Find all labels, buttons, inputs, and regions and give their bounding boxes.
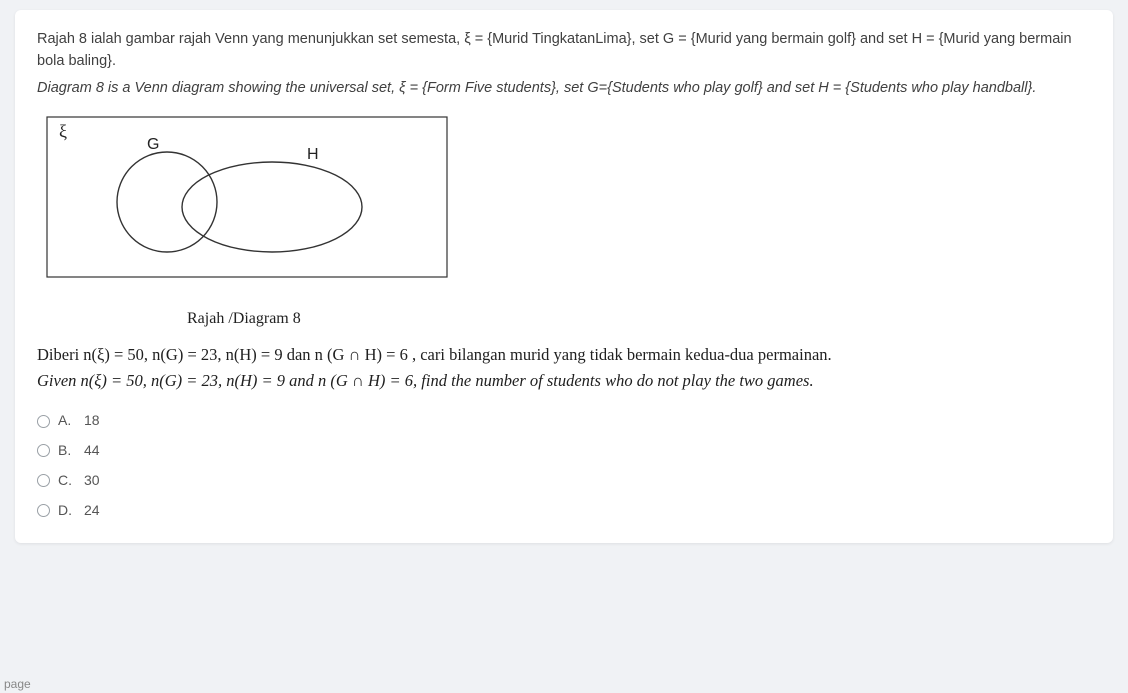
option-d[interactable]: D. 24 bbox=[37, 496, 1091, 526]
option-a[interactable]: A. 18 bbox=[37, 406, 1091, 436]
radio-icon bbox=[37, 474, 50, 487]
question-intro-en: Diagram 8 is a Venn diagram showing the … bbox=[37, 77, 1091, 99]
question-card: Rajah 8 ialah gambar rajah Venn yang men… bbox=[15, 10, 1113, 543]
universal-label: ξ bbox=[59, 121, 67, 141]
set-h-label: H bbox=[307, 146, 319, 163]
option-letter: B. bbox=[58, 440, 76, 462]
page-footer-hint: page bbox=[0, 677, 31, 691]
diagram-caption: Rajah /Diagram 8 bbox=[187, 307, 1091, 332]
option-c[interactable]: C. 30 bbox=[37, 466, 1091, 496]
option-letter: A. bbox=[58, 410, 76, 432]
radio-icon bbox=[37, 444, 50, 457]
question-intro-my: Rajah 8 ialah gambar rajah Venn yang men… bbox=[37, 28, 1091, 73]
option-value: 24 bbox=[84, 500, 100, 522]
given-info: Diberi n(ξ) = 50, n(G) = 23, n(H) = 9 da… bbox=[37, 342, 1091, 395]
set-g-label: G bbox=[147, 136, 159, 153]
radio-icon bbox=[37, 415, 50, 428]
option-value: 44 bbox=[84, 440, 100, 462]
answer-options: A. 18 B. 44 C. 30 D. 24 bbox=[37, 406, 1091, 525]
option-value: 18 bbox=[84, 410, 100, 432]
option-letter: D. bbox=[58, 500, 76, 522]
given-en: Given n(ξ) = 50, n(G) = 23, n(H) = 9 and… bbox=[37, 368, 1091, 394]
option-value: 30 bbox=[84, 470, 100, 492]
given-my: Diberi n(ξ) = 50, n(G) = 23, n(H) = 9 da… bbox=[37, 342, 1091, 368]
option-b[interactable]: B. 44 bbox=[37, 436, 1091, 466]
radio-icon bbox=[37, 504, 50, 517]
option-letter: C. bbox=[58, 470, 76, 492]
venn-diagram: ξ G H bbox=[37, 107, 1091, 294]
